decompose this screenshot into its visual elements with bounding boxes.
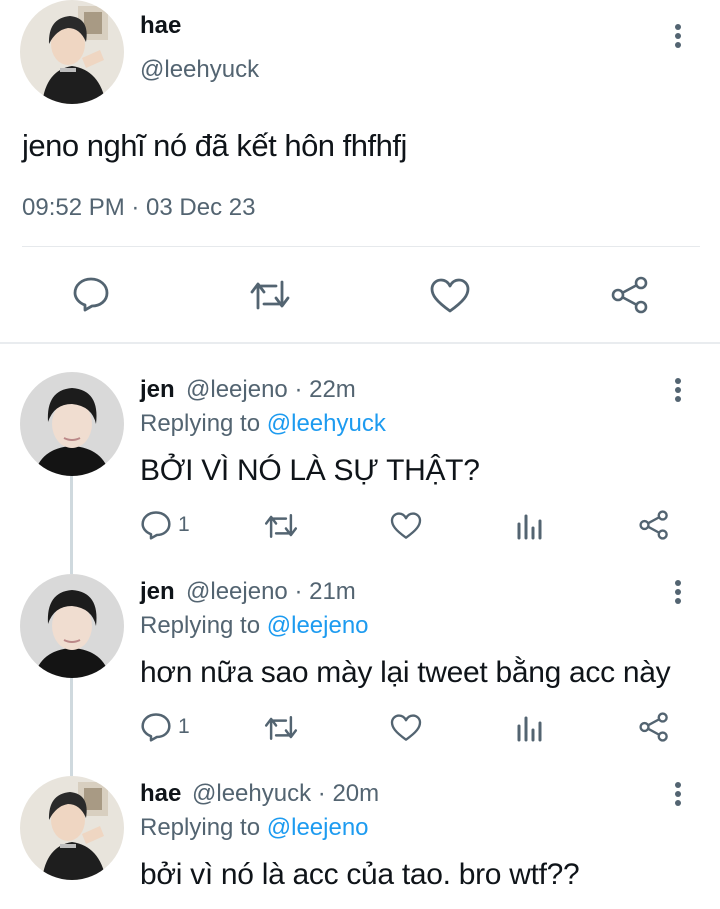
reply-count: 1 (178, 715, 190, 738)
author-handle[interactable]: @leehyuck (140, 56, 259, 84)
reply-icon (141, 713, 171, 742)
retweet-icon (250, 280, 290, 310)
mention-link[interactable]: @leehyuck (267, 410, 386, 437)
reply-age: 22m (309, 376, 356, 403)
author-handle[interactable]: @leejeno (186, 578, 288, 605)
reply-button[interactable] (72, 276, 110, 312)
tweet-text: jeno nghĩ nó đã kết hôn fhfhfj (22, 128, 407, 163)
like-icon (390, 714, 422, 741)
share-icon (639, 712, 668, 742)
retweet-button[interactable] (262, 714, 300, 742)
separator: · (294, 578, 303, 605)
more-vertical-icon[interactable] (668, 376, 688, 404)
replying-prefix: Replying to (140, 612, 261, 639)
author-name[interactable]: hae (140, 780, 181, 808)
author-handle[interactable]: @leehyuck (192, 780, 311, 807)
retweet-icon (264, 514, 298, 538)
analytics-button[interactable] (516, 714, 544, 742)
reply-icon (73, 277, 109, 312)
author-meta[interactable]: @leejeno · 21m (186, 578, 356, 606)
replying-to: Replying to @leejeno (140, 814, 369, 842)
more-vertical-icon[interactable] (668, 22, 688, 50)
author-meta[interactable]: @leehyuck · 20m (192, 780, 379, 808)
separator: · (317, 780, 326, 807)
like-button[interactable] (430, 278, 470, 314)
reply-count: 1 (178, 513, 190, 536)
author-name[interactable]: jen (140, 376, 175, 404)
avatar-jen[interactable] (20, 574, 124, 678)
like-button[interactable] (390, 512, 422, 540)
reply-button[interactable]: 1 (140, 510, 190, 540)
divider (22, 246, 700, 247)
author-meta[interactable]: @leejeno · 22m (186, 376, 356, 404)
thread-line (70, 476, 73, 574)
replying-to: Replying to @leehyuck (140, 410, 386, 438)
reply-text: BỞI VÌ NÓ LÀ SỰ THẬT? (140, 454, 480, 487)
analytics-icon (517, 514, 542, 540)
replying-prefix: Replying to (140, 410, 261, 437)
section-divider (0, 342, 720, 344)
more-vertical-icon[interactable] (668, 780, 688, 808)
share-icon (639, 510, 668, 540)
share-button[interactable] (638, 510, 670, 540)
more-vertical-icon[interactable] (668, 578, 688, 606)
reply-age: 21m (309, 578, 356, 605)
mention-link[interactable]: @leejeno (267, 814, 369, 841)
like-icon (390, 512, 422, 539)
reply-age: 20m (332, 780, 380, 807)
share-button[interactable] (610, 276, 650, 314)
like-button[interactable] (390, 714, 422, 742)
author-name[interactable]: hae (140, 12, 181, 40)
separator: · (294, 376, 303, 403)
tweet-timestamp[interactable]: 09:52 PM · 03 Dec 23 (22, 194, 255, 222)
analytics-button[interactable] (516, 512, 544, 540)
thread-line (70, 678, 73, 776)
retweet-button[interactable] (248, 278, 292, 312)
analytics-icon (517, 716, 542, 742)
author-name[interactable]: jen (140, 578, 175, 606)
retweet-button[interactable] (262, 512, 300, 540)
avatar-hae[interactable] (20, 776, 124, 880)
retweet-icon (264, 716, 298, 740)
avatar-jen[interactable] (20, 372, 124, 476)
reply-text: bởi vì nó là acc của tao. bro wtf?? (140, 858, 580, 891)
reply-button[interactable]: 1 (140, 712, 190, 742)
mention-link[interactable]: @leejeno (267, 612, 369, 639)
share-button[interactable] (638, 712, 670, 742)
author-handle[interactable]: @leejeno (186, 376, 288, 403)
avatar-hae[interactable] (20, 0, 124, 104)
like-icon (430, 278, 470, 313)
reply-text: hơn nữa sao mày lại tweet bằng acc này (140, 656, 671, 689)
replying-prefix: Replying to (140, 814, 261, 841)
share-icon (611, 276, 648, 314)
reply-icon (141, 511, 171, 540)
replying-to: Replying to @leejeno (140, 612, 369, 640)
